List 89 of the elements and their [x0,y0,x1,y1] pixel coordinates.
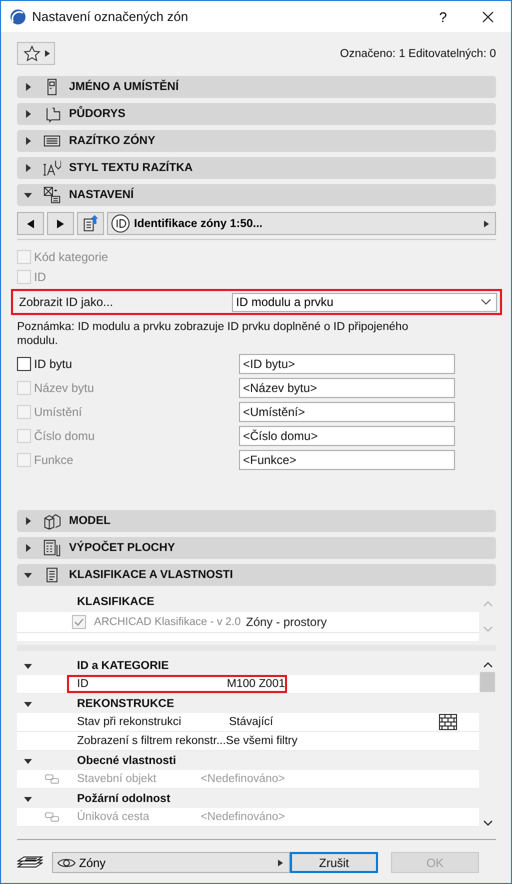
collapsed-arrow-icon[interactable] [24,544,32,552]
help-button[interactable]: ? [421,1,465,32]
link-icon [45,774,60,784]
scroll-down-icon[interactable] [482,820,492,826]
dialog-button[interactable]: Zrušit [290,852,378,873]
property-value: Stávající [229,716,274,728]
group-header: REKONSTRUKCE [77,698,174,710]
collapsed-arrow-icon[interactable] [24,164,32,172]
collapsed-arrow-icon[interactable] [24,517,32,525]
panel-header[interactable]: MODEL [17,510,496,532]
panel-header[interactable]: KLASIFIKACE A VLASTNOSTI [17,564,496,586]
panel-header[interactable]: JMÉNO A UMÍSTĚNÍ [17,76,496,98]
panel-header[interactable]: PŮDORYS [17,103,496,125]
checkbox-label: Funkce [34,453,74,467]
panel-title: PŮDORYS [69,108,126,120]
export-button[interactable] [77,212,104,235]
collapsed-arrow-icon[interactable] [24,137,32,145]
previous-button[interactable] [17,212,44,235]
collapsed-arrow-icon[interactable] [24,83,32,91]
panel-header[interactable]: VÝPOČET PLOCHY [17,537,496,559]
group-header: ID a KATEGORIE [77,660,169,672]
eye-icon [57,856,76,868]
text-style-icon [43,159,61,177]
panel-title: JMÉNO A UMÍSTĚNÍ [69,81,179,93]
panel-header[interactable]: RAZÍTKO ZÓNY [17,130,496,152]
id-icon [111,214,130,233]
chevron-down-icon [481,299,491,305]
brick-wall-icon [439,714,457,730]
group-header: Obecné vlastnosti [77,754,176,766]
checkbox-label: ID bytu [34,357,72,371]
right-arrow-icon [57,218,64,228]
field-label: Zobrazit ID jako... [19,295,114,309]
group-header: Požární odolnost [77,792,170,804]
caret-icon [278,858,283,866]
close-icon [482,10,494,22]
panel-title: STYL TEXTU RAZÍTKA [69,162,193,174]
window-title: Nastavení označených zón [32,9,190,24]
panel-title: MODEL [69,515,111,527]
property-name: Úniková cesta [77,811,150,823]
property-name: Stavební objekt [77,773,158,785]
checkbox-label: Název bytu [34,381,94,395]
property-value: <Nedefinováno> [200,773,285,785]
app-logo-icon [10,8,26,24]
boxes-icon [43,512,61,530]
panel-title: NASTAVENÍ [69,189,134,201]
expanded-arrow-icon[interactable] [24,571,32,579]
expanded-arrow-icon[interactable] [24,794,32,802]
left-arrow-icon [27,218,34,228]
property-name: Stav při rekonstrukci [77,716,182,728]
property-name: ID [77,678,90,690]
checkbox[interactable] [17,357,31,371]
collapsed-arrow-icon[interactable] [24,110,32,118]
expanded-arrow-icon[interactable] [24,756,32,764]
note-text: Poznámka: ID modulu a prvku zobrazuje ID prvku doplněné o ID připojeného modulu. [17,320,410,348]
id-format-dropdown[interactable]: ID modulu a prvku [232,292,497,312]
scroll-thumb[interactable] [480,672,495,692]
panel-title: VÝPOČET PLOCHY [69,542,176,554]
next-button[interactable] [47,212,74,235]
preset-dropdown[interactable]: Identifikace zóny 1:50... [107,212,496,235]
checkbox-label: Umístění [34,405,82,419]
star-icon [22,44,40,62]
text-field[interactable]: <ID bytu> [239,354,455,374]
expanded-arrow-icon[interactable] [24,662,32,670]
panel-title: KLASIFIKACE A VLASTNOSTI [69,569,233,581]
caret-icon [44,50,50,57]
settings-grid-icon [43,186,61,204]
panel-header[interactable]: STYL TEXTU RAZÍTKA [17,157,496,179]
selection-count: Označeno: 1 Editovatelných: 0 [340,48,496,60]
favorites-button[interactable] [17,42,55,65]
expanded-arrow-icon[interactable] [24,700,32,708]
property-value: <Nedefinováno> [200,811,285,823]
caret-icon [484,220,489,228]
property-value: M100 Z001 [226,678,285,690]
scroll-up-icon[interactable] [482,662,492,668]
column-header: KLASIFIKACE [77,596,154,608]
checkbox-label: ID [34,270,46,284]
expanded-arrow-icon[interactable] [24,191,32,199]
table-cell-text: ARCHICAD Klasifikace - v 2.0 [94,616,242,628]
panel-header[interactable]: NASTAVENÍ [17,184,496,206]
table-cell: Zóny - prostory [246,615,327,629]
view-dropdown[interactable]: Zóny [52,852,290,873]
property-name: Zobrazení s filtrem rekonstr... [77,735,226,747]
link-icon [45,812,60,822]
document-arrow-icon [82,214,100,232]
panel-title: RAZÍTKO ZÓNY [69,135,156,147]
checkbox-label: Kód kategorie [34,250,108,264]
checkbox-label: Číslo domu [34,429,95,443]
property-value: Se všemi filtry [226,735,298,747]
calculator-icon [43,539,61,557]
